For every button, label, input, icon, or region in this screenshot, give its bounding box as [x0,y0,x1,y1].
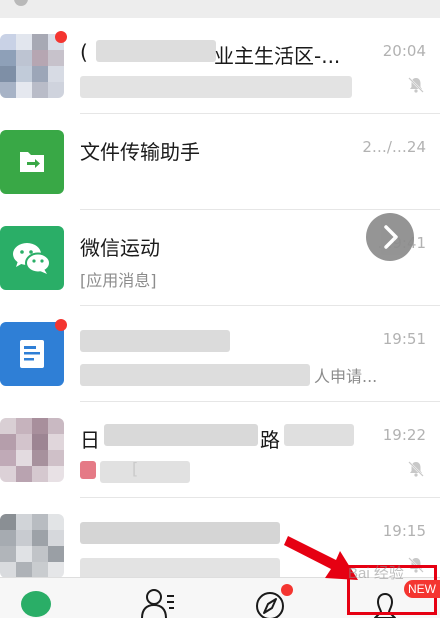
annotation-overlay [284,536,358,580]
new-badge: NEW [404,580,440,598]
baidu-watermark: Bai 经验 [348,565,404,582]
